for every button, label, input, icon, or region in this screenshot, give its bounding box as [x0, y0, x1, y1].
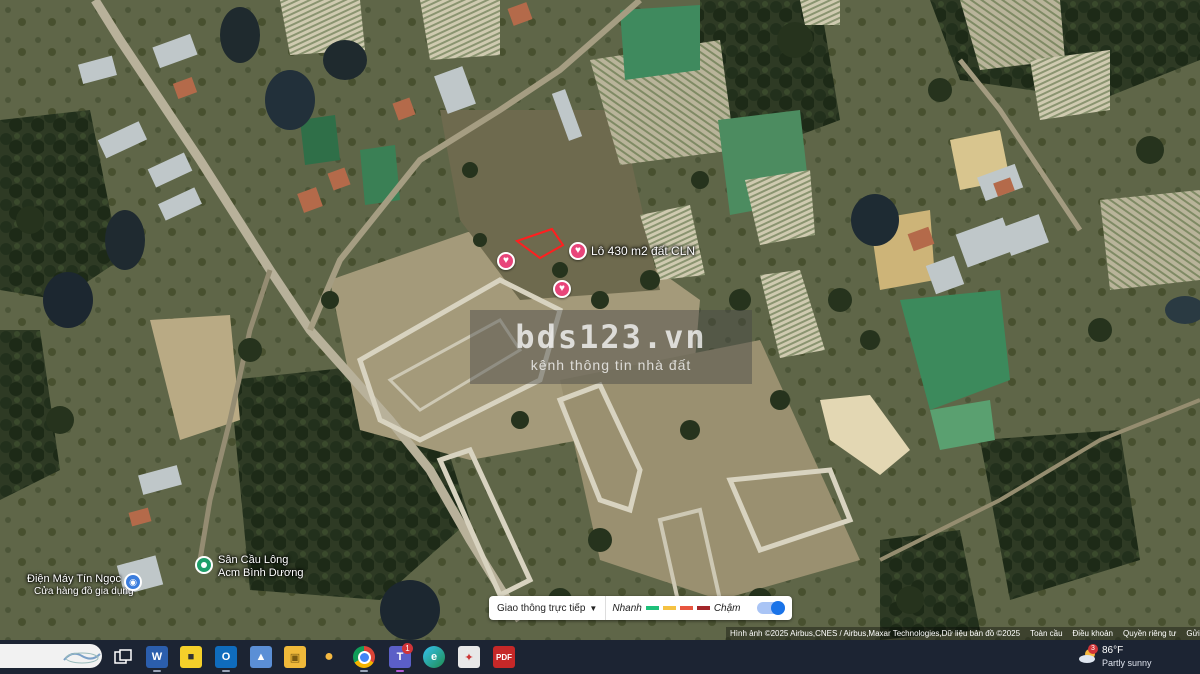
- traffic-swatch-1: [645, 606, 659, 610]
- terms-link[interactable]: Điều khoản: [1073, 629, 1113, 638]
- watermark-title: bds123.vn: [515, 318, 707, 356]
- badminton-court-label-1[interactable]: Sân Cầu Lông: [218, 554, 288, 566]
- traffic-slow-label: Chậm: [713, 602, 741, 614]
- photos-icon[interactable]: ▲: [250, 646, 272, 668]
- taskbar-search-box[interactable]: [0, 644, 102, 668]
- privacy-link[interactable]: Quyền riêng tư: [1123, 629, 1176, 638]
- traffic-toggle[interactable]: [756, 601, 785, 615]
- dropdown-caret-icon: ▼: [589, 603, 598, 613]
- chrome-icon[interactable]: [353, 646, 375, 668]
- weather-badge: 3: [1088, 644, 1098, 654]
- weather-temperature: 86°F: [1102, 645, 1124, 656]
- store-sublabel: Cửa hàng đồ gia dụng: [34, 586, 134, 597]
- traffic-swatch-4: [696, 606, 710, 610]
- global-link[interactable]: Toàn cầu: [1030, 629, 1062, 638]
- word-icon[interactable]: W: [146, 646, 168, 668]
- traffic-mode-label: Giao thông trực tiếp: [497, 602, 586, 614]
- task-view-icon[interactable]: [112, 646, 134, 668]
- badminton-court-pin[interactable]: [195, 556, 213, 574]
- watermark: bds123.vn kênh thông tin nhà đất: [470, 310, 752, 384]
- traffic-fast-label: Nhanh: [612, 602, 642, 614]
- favorite-pin-1[interactable]: ♥: [497, 252, 515, 270]
- listing-label[interactable]: Lô 430 m2 đất CLN: [591, 244, 695, 258]
- chrome-center: [357, 650, 371, 664]
- listing-pin[interactable]: ♥: [569, 242, 587, 260]
- weather-description: Partly sunny: [1102, 658, 1152, 668]
- edge-icon[interactable]: e: [423, 646, 445, 668]
- running-indicator-chrome: [360, 670, 368, 672]
- watermark-subtitle: kênh thông tin nhà đất: [530, 357, 692, 373]
- favorite-pin-2[interactable]: ♥: [553, 280, 571, 298]
- toggle-knob: [770, 601, 785, 615]
- weather-widget[interactable]: 3 86°F Partly sunny: [1078, 644, 1188, 670]
- running-indicator-word: [153, 670, 161, 672]
- place-dot-icon: [201, 562, 207, 568]
- running-indicator-teams: [396, 670, 404, 672]
- feedback-link[interactable]: Gửi: [1186, 629, 1199, 638]
- store-label[interactable]: Điện Máy Tín Ngọc: [27, 573, 121, 585]
- traffic-panel: Giao thông trực tiếp ▼ Nhanh Chậm: [489, 596, 792, 620]
- satellite-map[interactable]: ♥ Lô 430 m2 đất CLN ♥ ♥ Sân Cầu Lông Acm…: [0, 0, 1200, 640]
- traffic-swatch-3: [679, 606, 693, 610]
- sticky-notes-icon[interactable]: ■: [180, 646, 202, 668]
- file-explorer-icon[interactable]: ▣: [284, 646, 306, 668]
- pdf-reader-icon[interactable]: PDF: [493, 646, 515, 668]
- traffic-legend: Nhanh Chậm: [606, 603, 746, 614]
- traffic-swatch-2: [662, 606, 676, 610]
- teams-badge: 1: [402, 643, 413, 654]
- running-indicator-outlook: [222, 670, 230, 672]
- store-lock-icon[interactable]: ◉: [124, 573, 142, 591]
- tips-bulb-icon[interactable]: ●: [318, 646, 340, 668]
- snipping-tool-icon[interactable]: ✦: [458, 646, 480, 668]
- imagery-credit: Hình ảnh ©2025 Airbus,CNES / Airbus,Maxa…: [730, 629, 1021, 638]
- search-highlight-icon: [63, 652, 101, 664]
- badminton-court-label-2[interactable]: Acm Bình Dương: [218, 567, 304, 579]
- traffic-mode-select[interactable]: Giao thông trực tiếp ▼: [489, 596, 607, 620]
- map-attribution: Hình ảnh ©2025 Airbus,CNES / Airbus,Maxa…: [726, 627, 1200, 640]
- outlook-icon[interactable]: O: [215, 646, 237, 668]
